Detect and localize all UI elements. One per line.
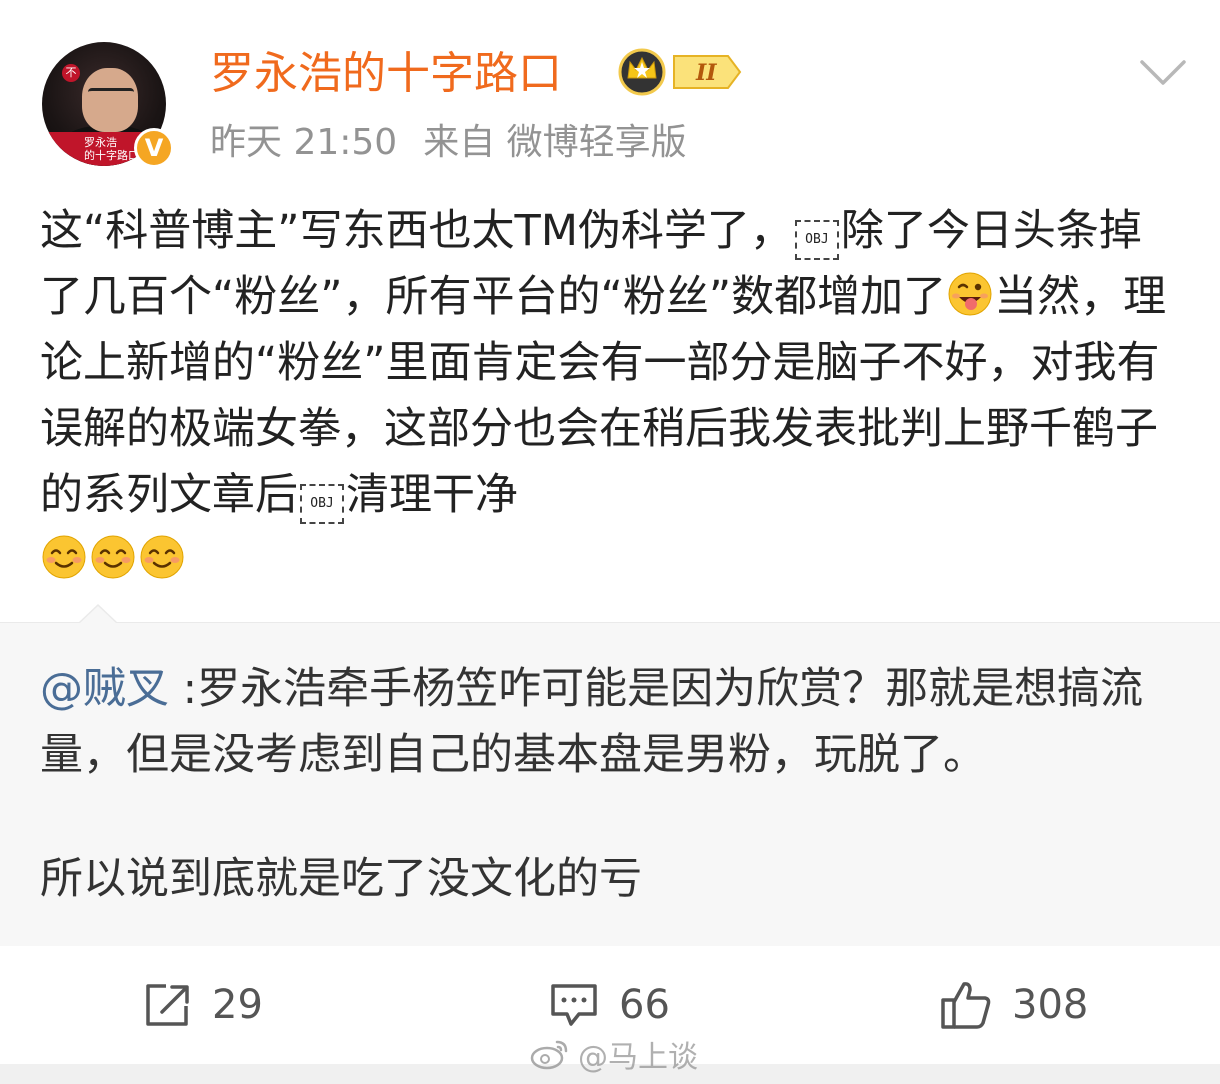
repost-count: 29 — [212, 982, 263, 1028]
thumbs-up-icon — [941, 982, 991, 1029]
post-timestamp: 昨天 21:50 — [210, 122, 398, 163]
wink-tongue-emoji-icon — [948, 272, 992, 316]
verified-badge-icon: V — [134, 128, 174, 168]
retweet-text: @贼叉 :罗永浩牵手杨笠咋可能是因为欣赏？那就是想搞流量，但是没考虑到自己的基本… — [40, 656, 1180, 788]
chevron-down-icon[interactable] — [1136, 54, 1190, 90]
object-replacement-icon: OBJ — [300, 484, 344, 524]
object-replacement-icon: OBJ — [794, 220, 839, 260]
avatar[interactable]: 不 罗永浩 的十字路口 V — [42, 42, 174, 168]
svg-text:II: II — [695, 60, 717, 86]
comment-icon — [551, 984, 597, 1026]
emoji-row — [40, 534, 187, 584]
retweet-body: :罗永浩牵手杨笠咋可能是因为欣赏？那就是想搞流量，但是没考虑到自己的基本盘是男粉… — [40, 664, 1144, 780]
comment-count: 66 — [619, 982, 670, 1028]
repost-icon — [146, 984, 189, 1026]
post-text-part: 清理干净 — [346, 470, 518, 520]
comment-button[interactable]: 66 — [549, 980, 670, 1030]
like-count: 308 — [1012, 982, 1089, 1028]
repost-button[interactable]: 29 — [142, 980, 263, 1030]
avatar-logo-icon: 不 — [62, 64, 80, 82]
post-meta: 昨天 21:50 来自 微博轻享版 — [210, 118, 687, 168]
watermark: @马上谈 — [530, 1034, 698, 1075]
post-source[interactable]: 来自 微博轻享版 — [423, 122, 686, 163]
weibo-logo-icon — [530, 1040, 568, 1070]
post-text-part: 这“科普博主”写东西也太TM伪科学了， — [40, 206, 793, 256]
watermark-text: @马上谈 — [578, 1040, 698, 1075]
retweet-text-line: 所以说到底就是吃了没文化的亏 — [40, 854, 642, 904]
member-crown-badge-icon: II — [618, 48, 742, 96]
smile-emoji-icon — [42, 535, 86, 579]
retweet-mention-link[interactable]: @贼叉 — [40, 664, 169, 714]
smile-emoji-icon — [140, 535, 184, 579]
smile-emoji-icon — [91, 535, 135, 579]
post-text: 这“科普博主”写东西也太TM伪科学了， OBJ 除了今日头条掉了几百个“粉丝”，所有… — [40, 198, 1180, 528]
username[interactable]: 罗永浩的十字路口 — [210, 44, 562, 104]
like-button[interactable]: 308 — [940, 980, 1088, 1030]
weibo-post: 不 罗永浩 的十字路口 V 罗永浩的十字路口 II 昨天 21:50 来自 微博轻… — [0, 0, 1220, 1084]
